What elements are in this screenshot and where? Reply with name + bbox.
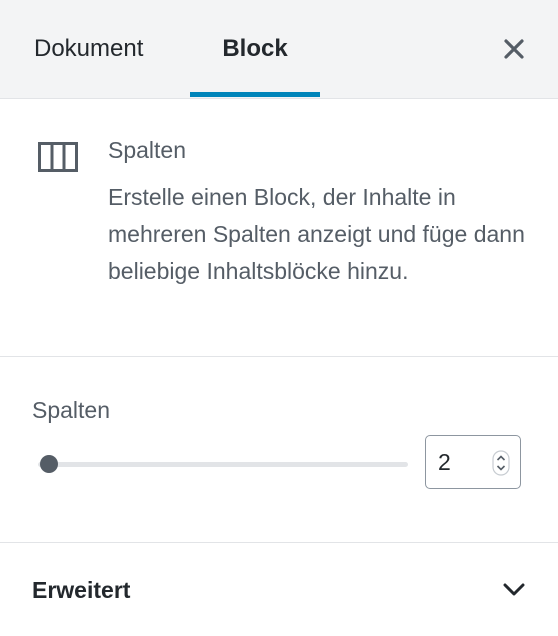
tab-dokument[interactable]: Dokument (34, 0, 143, 98)
active-tab-indicator (190, 92, 320, 97)
close-icon (504, 39, 524, 59)
columns-label: Spalten (32, 397, 111, 423)
tab-block[interactable]: Block (190, 0, 320, 98)
advanced-panel-toggle[interactable]: Erweitert (0, 543, 558, 636)
chevron-down-icon (503, 583, 525, 596)
columns-slider-thumb[interactable] (40, 455, 58, 473)
block-card: Spalten Erstelle einen Block, der Inhalt… (0, 99, 558, 357)
advanced-label: Erweitert (32, 577, 131, 603)
block-title: Spalten (108, 137, 187, 163)
columns-slider-track[interactable] (38, 462, 408, 467)
columns-icon (38, 142, 78, 172)
block-description: Erstelle einen Block, der Inhalte in meh… (108, 184, 525, 284)
sidebar-header: Dokument Block (0, 0, 558, 99)
columns-number-input[interactable]: 2 (425, 435, 521, 489)
columns-number-value: 2 (438, 449, 451, 475)
close-button[interactable] (498, 33, 530, 65)
columns-settings: Spalten 2 (0, 357, 558, 543)
spinner-arrows-icon[interactable] (492, 450, 510, 476)
